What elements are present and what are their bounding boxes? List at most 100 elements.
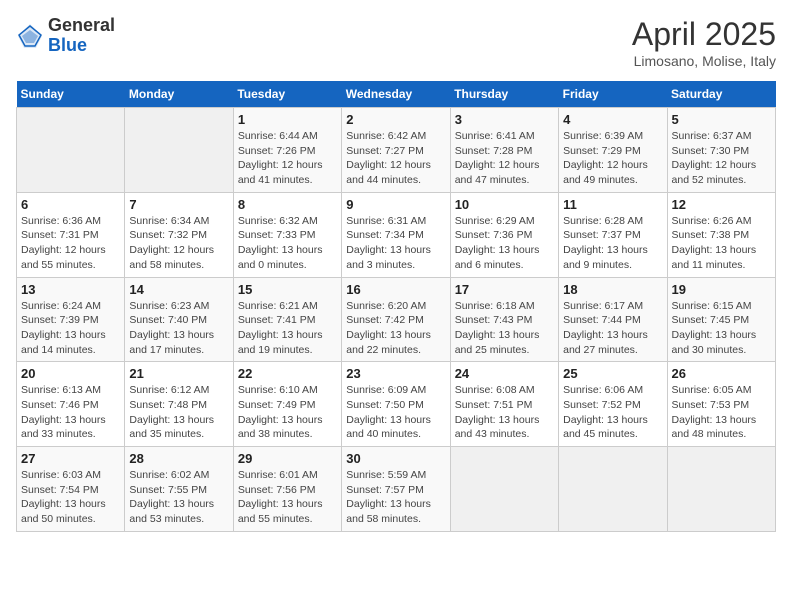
day-info: Sunrise: 6:24 AMSunset: 7:39 PMDaylight:… xyxy=(21,299,120,358)
calendar-cell: 15 Sunrise: 6:21 AMSunset: 7:41 PMDayligh… xyxy=(233,277,341,362)
calendar-cell: 20Sunrise: 6:13 AMSunset: 7:46 PMDayligh… xyxy=(17,362,125,447)
day-info: Sunrise: 6:42 AMSunset: 7:27 PMDaylight:… xyxy=(346,129,445,188)
day-number: 15 xyxy=(238,282,337,297)
calendar-cell xyxy=(450,447,558,532)
day-info: Sunrise: 6:21 AMSunset: 7:41 PMDaylight:… xyxy=(238,299,337,358)
calendar-cell xyxy=(125,108,233,193)
day-number: 18 xyxy=(563,282,662,297)
day-info: Sunrise: 6:31 AMSunset: 7:34 PMDaylight:… xyxy=(346,214,445,273)
calendar-cell: 7Sunrise: 6:34 AMSunset: 7:32 PMDaylight… xyxy=(125,192,233,277)
calendar-cell: 28 Sunrise: 6:02 AMSunset: 7:55 PMDayligh… xyxy=(125,447,233,532)
calendar-subtitle: Limosano, Molise, Italy xyxy=(632,53,776,69)
calendar-cell: 5 Sunrise: 6:37 AMSunset: 7:30 PMDaylight… xyxy=(667,108,775,193)
day-number: 12 xyxy=(672,197,771,212)
calendar-week-0: 1 Sunrise: 6:44 AMSunset: 7:26 PMDaylight… xyxy=(17,108,776,193)
day-number: 26 xyxy=(672,366,771,381)
day-number: 5 xyxy=(672,112,771,127)
calendar-cell xyxy=(17,108,125,193)
day-info: Sunrise: 6:10 AMSunset: 7:49 PMDaylight:… xyxy=(238,383,337,442)
day-number: 28 xyxy=(129,451,228,466)
calendar-cell: 27Sunrise: 6:03 AMSunset: 7:54 PMDayligh… xyxy=(17,447,125,532)
calendar-cell xyxy=(667,447,775,532)
header-wednesday: Wednesday xyxy=(342,81,450,108)
calendar-cell: 26 Sunrise: 6:05 AMSunset: 7:53 PMDayligh… xyxy=(667,362,775,447)
calendar-week-3: 20Sunrise: 6:13 AMSunset: 7:46 PMDayligh… xyxy=(17,362,776,447)
day-info: Sunrise: 6:01 AMSunset: 7:56 PMDaylight:… xyxy=(238,468,337,527)
calendar-cell: 10 Sunrise: 6:29 AMSunset: 7:36 PMDayligh… xyxy=(450,192,558,277)
day-number: 17 xyxy=(455,282,554,297)
page-header: General Blue April 2025 Limosano, Molise… xyxy=(16,16,776,69)
logo-text: General Blue xyxy=(48,16,115,56)
day-info: Sunrise: 6:37 AMSunset: 7:30 PMDaylight:… xyxy=(672,129,771,188)
day-info: Sunrise: 6:39 AMSunset: 7:29 PMDaylight:… xyxy=(563,129,662,188)
calendar-cell: 14 Sunrise: 6:23 AMSunset: 7:40 PMDayligh… xyxy=(125,277,233,362)
calendar-table: Sunday Monday Tuesday Wednesday Thursday… xyxy=(16,81,776,532)
day-info: Sunrise: 6:13 AMSunset: 7:46 PMDaylight:… xyxy=(21,383,120,442)
calendar-cell: 30Sunrise: 5:59 AMSunset: 7:57 PMDayligh… xyxy=(342,447,450,532)
day-info: Sunrise: 6:02 AMSunset: 7:55 PMDaylight:… xyxy=(129,468,228,527)
day-info: Sunrise: 6:06 AMSunset: 7:52 PMDaylight:… xyxy=(563,383,662,442)
day-number: 14 xyxy=(129,282,228,297)
day-number: 19 xyxy=(672,282,771,297)
day-info: Sunrise: 6:18 AMSunset: 7:43 PMDaylight:… xyxy=(455,299,554,358)
calendar-cell: 12 Sunrise: 6:26 AMSunset: 7:38 PMDayligh… xyxy=(667,192,775,277)
calendar-week-1: 6 Sunrise: 6:36 AMSunset: 7:31 PMDaylight… xyxy=(17,192,776,277)
day-info: Sunrise: 6:03 AMSunset: 7:54 PMDaylight:… xyxy=(21,468,120,527)
day-number: 13 xyxy=(21,282,120,297)
header-row: Sunday Monday Tuesday Wednesday Thursday… xyxy=(17,81,776,108)
calendar-body: 1 Sunrise: 6:44 AMSunset: 7:26 PMDaylight… xyxy=(17,108,776,532)
calendar-cell: 3Sunrise: 6:41 AMSunset: 7:28 PMDaylight… xyxy=(450,108,558,193)
day-info: Sunrise: 6:12 AMSunset: 7:48 PMDaylight:… xyxy=(129,383,228,442)
calendar-cell: 21 Sunrise: 6:12 AMSunset: 7:48 PMDayligh… xyxy=(125,362,233,447)
day-info: Sunrise: 6:44 AMSunset: 7:26 PMDaylight:… xyxy=(238,129,337,188)
header-tuesday: Tuesday xyxy=(233,81,341,108)
day-info: Sunrise: 6:08 AMSunset: 7:51 PMDaylight:… xyxy=(455,383,554,442)
calendar-title: April 2025 xyxy=(632,16,776,53)
day-info: Sunrise: 6:23 AMSunset: 7:40 PMDaylight:… xyxy=(129,299,228,358)
day-number: 29 xyxy=(238,451,337,466)
day-info: Sunrise: 6:15 AMSunset: 7:45 PMDaylight:… xyxy=(672,299,771,358)
calendar-cell: 13 Sunrise: 6:24 AMSunset: 7:39 PMDayligh… xyxy=(17,277,125,362)
calendar-cell: 4 Sunrise: 6:39 AMSunset: 7:29 PMDaylight… xyxy=(559,108,667,193)
day-info: Sunrise: 6:28 AMSunset: 7:37 PMDaylight:… xyxy=(563,214,662,273)
calendar-cell: 23Sunrise: 6:09 AMSunset: 7:50 PMDayligh… xyxy=(342,362,450,447)
calendar-cell: 18 Sunrise: 6:17 AMSunset: 7:44 PMDayligh… xyxy=(559,277,667,362)
calendar-cell xyxy=(559,447,667,532)
calendar-cell: 6 Sunrise: 6:36 AMSunset: 7:31 PMDaylight… xyxy=(17,192,125,277)
day-number: 3 xyxy=(455,112,554,127)
day-number: 25 xyxy=(563,366,662,381)
title-block: April 2025 Limosano, Molise, Italy xyxy=(632,16,776,69)
header-friday: Friday xyxy=(559,81,667,108)
calendar-week-2: 13 Sunrise: 6:24 AMSunset: 7:39 PMDayligh… xyxy=(17,277,776,362)
logo: General Blue xyxy=(16,16,115,56)
day-number: 1 xyxy=(238,112,337,127)
day-info: Sunrise: 6:36 AMSunset: 7:31 PMDaylight:… xyxy=(21,214,120,273)
calendar-cell: 17 Sunrise: 6:18 AMSunset: 7:43 PMDayligh… xyxy=(450,277,558,362)
calendar-cell: 9 Sunrise: 6:31 AMSunset: 7:34 PMDaylight… xyxy=(342,192,450,277)
day-info: Sunrise: 6:29 AMSunset: 7:36 PMDaylight:… xyxy=(455,214,554,273)
calendar-cell: 19 Sunrise: 6:15 AMSunset: 7:45 PMDayligh… xyxy=(667,277,775,362)
calendar-cell: 24Sunrise: 6:08 AMSunset: 7:51 PMDayligh… xyxy=(450,362,558,447)
header-monday: Monday xyxy=(125,81,233,108)
day-number: 16 xyxy=(346,282,445,297)
calendar-cell: 8Sunrise: 6:32 AMSunset: 7:33 PMDaylight… xyxy=(233,192,341,277)
day-number: 10 xyxy=(455,197,554,212)
day-number: 7 xyxy=(129,197,228,212)
day-info: Sunrise: 6:20 AMSunset: 7:42 PMDaylight:… xyxy=(346,299,445,358)
calendar-cell: 25 Sunrise: 6:06 AMSunset: 7:52 PMDayligh… xyxy=(559,362,667,447)
calendar-cell: 11Sunrise: 6:28 AMSunset: 7:37 PMDayligh… xyxy=(559,192,667,277)
day-info: Sunrise: 6:26 AMSunset: 7:38 PMDaylight:… xyxy=(672,214,771,273)
day-number: 9 xyxy=(346,197,445,212)
day-info: Sunrise: 6:32 AMSunset: 7:33 PMDaylight:… xyxy=(238,214,337,273)
day-info: Sunrise: 6:05 AMSunset: 7:53 PMDaylight:… xyxy=(672,383,771,442)
day-number: 4 xyxy=(563,112,662,127)
day-number: 22 xyxy=(238,366,337,381)
day-number: 2 xyxy=(346,112,445,127)
day-number: 21 xyxy=(129,366,228,381)
day-number: 6 xyxy=(21,197,120,212)
day-info: Sunrise: 6:17 AMSunset: 7:44 PMDaylight:… xyxy=(563,299,662,358)
calendar-week-4: 27Sunrise: 6:03 AMSunset: 7:54 PMDayligh… xyxy=(17,447,776,532)
logo-icon xyxy=(16,22,44,50)
calendar-cell: 2 Sunrise: 6:42 AMSunset: 7:27 PMDaylight… xyxy=(342,108,450,193)
calendar-cell: 1 Sunrise: 6:44 AMSunset: 7:26 PMDaylight… xyxy=(233,108,341,193)
